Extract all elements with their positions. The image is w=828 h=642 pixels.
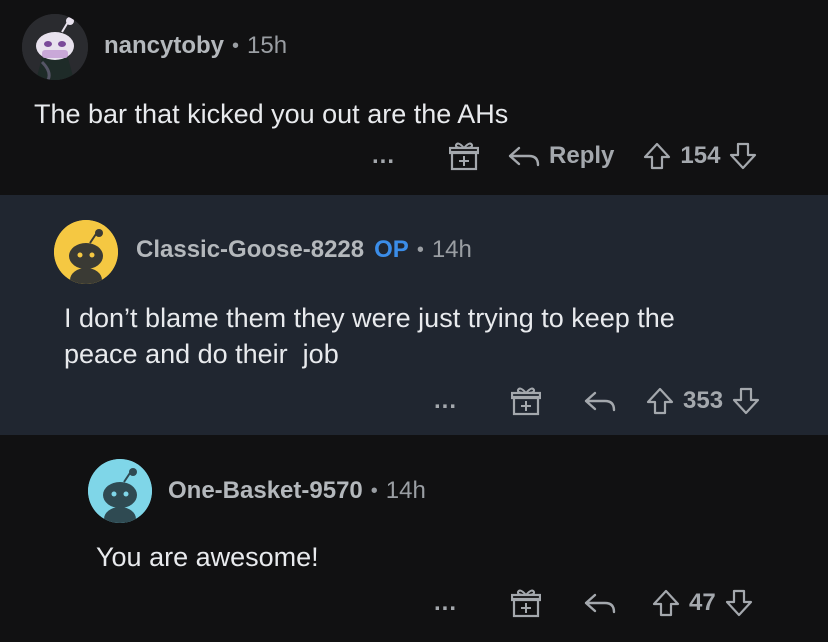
reply-label: Reply	[549, 142, 615, 169]
upvote-button[interactable]	[642, 141, 672, 171]
comment-meta: One-Basket-9570 • 14h	[168, 477, 426, 505]
reply-arrow-icon	[584, 391, 616, 412]
comment-1: nancytoby • 15h The bar that kicked you …	[0, 0, 828, 195]
award-button[interactable]	[511, 587, 542, 619]
vote-count: 353	[683, 387, 724, 414]
timestamp: 14h	[431, 236, 472, 263]
comment-meta: nancytoby • 15h	[104, 32, 287, 60]
snoo-avatar-icon	[88, 459, 152, 523]
username[interactable]: Classic-Goose-8228	[136, 236, 364, 264]
separator-dot: •	[370, 479, 378, 502]
award-gift-icon	[511, 387, 542, 416]
timestamp: 15h	[247, 32, 288, 59]
upvote-arrow-icon	[644, 142, 671, 170]
reply-button[interactable]: Reply	[507, 142, 614, 170]
comment-body: You are awesome!	[96, 542, 319, 572]
award-gift-icon	[511, 589, 542, 618]
upvote-button[interactable]	[645, 386, 675, 416]
snoo-avatar-icon	[54, 220, 118, 284]
comment-body: The bar that kicked you out are the AHs	[34, 99, 509, 129]
award-gift-icon	[449, 142, 480, 171]
comment-actions: ... Reply 154	[372, 140, 758, 172]
reply-button[interactable]	[583, 591, 617, 615]
avatar[interactable]	[54, 220, 118, 284]
downvote-arrow-icon	[730, 142, 757, 170]
award-button[interactable]	[511, 385, 542, 417]
snoo-avatar-icon	[22, 14, 88, 80]
reply-arrow-icon	[584, 593, 616, 614]
more-options-button[interactable]: ...	[434, 591, 457, 615]
op-badge: OP	[374, 236, 409, 263]
upvote-button[interactable]	[651, 588, 681, 618]
downvote-button[interactable]	[728, 141, 758, 171]
vote-count: 47	[689, 589, 716, 616]
more-options-button[interactable]: ...	[434, 389, 457, 413]
avatar[interactable]	[22, 14, 88, 80]
reply-arrow-icon	[508, 146, 540, 167]
comment-actions: ... 353	[434, 385, 761, 417]
vote-count: 154	[680, 142, 721, 169]
downvote-button[interactable]	[731, 386, 761, 416]
timestamp: 14h	[385, 477, 426, 504]
username[interactable]: One-Basket-9570	[168, 477, 363, 505]
award-button[interactable]	[449, 140, 480, 172]
downvote-arrow-icon	[732, 387, 760, 415]
reply-button[interactable]	[583, 389, 617, 413]
username[interactable]: nancytoby	[104, 32, 224, 60]
comment-meta: Classic-Goose-8228 OP • 14h	[136, 236, 472, 264]
comment-2: Classic-Goose-8228 OP • 14h I don’t blam…	[0, 195, 828, 435]
comment-body: I don’t blame them they were just trying…	[64, 303, 675, 369]
more-options-button[interactable]: ...	[372, 144, 395, 168]
upvote-arrow-icon	[646, 387, 674, 415]
downvote-button[interactable]	[724, 588, 754, 618]
separator-dot: •	[232, 34, 240, 57]
avatar[interactable]	[88, 459, 152, 523]
separator-dot: •	[416, 238, 424, 261]
comment-3: One-Basket-9570 • 14h You are awesome! .…	[0, 435, 828, 642]
upvote-arrow-icon	[652, 589, 680, 617]
downvote-arrow-icon	[725, 589, 752, 617]
comment-actions: ... 47	[434, 587, 754, 619]
